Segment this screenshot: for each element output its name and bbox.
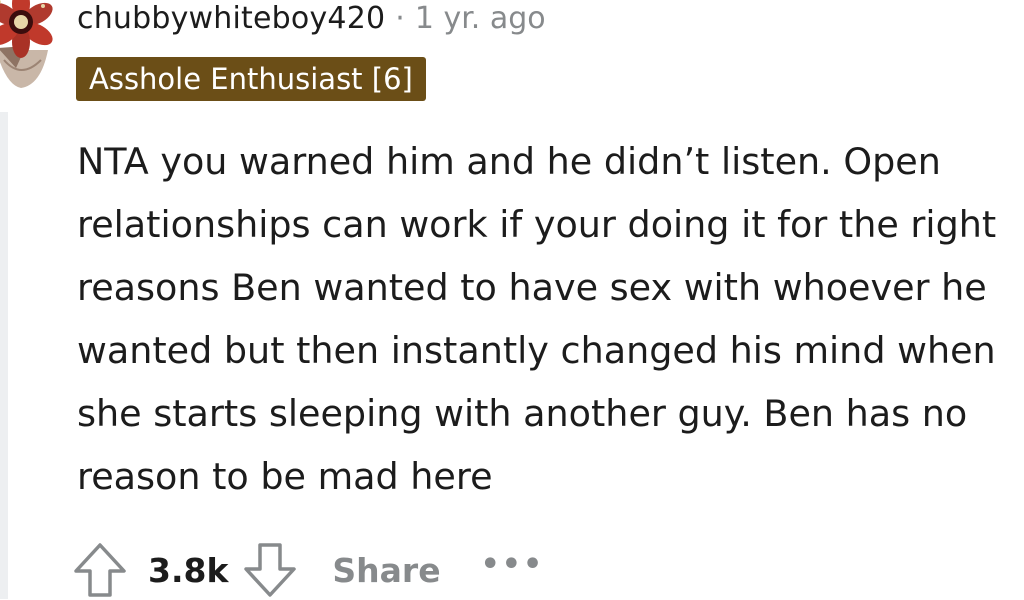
comment-author[interactable]: chubbywhiteboy420: [77, 1, 385, 36]
upvote-arrow-icon: [74, 543, 126, 597]
downvote-button[interactable]: [242, 540, 298, 600]
more-options-button[interactable]: •••: [481, 547, 545, 582]
demogorgon-avatar-icon: [0, 0, 53, 88]
comment-timestamp[interactable]: 1 yr. ago: [415, 1, 546, 36]
comment-body: NTA you warned him and he didn’t listen.…: [77, 140, 997, 498]
thread-line[interactable]: [0, 112, 8, 599]
comment-meta: chubbywhiteboy420 · 1 yr. ago: [77, 0, 546, 38]
upvote-button[interactable]: [72, 540, 128, 600]
downvote-arrow-icon: [244, 543, 297, 597]
meta-separator: ·: [395, 0, 405, 36]
vote-score: 3.8k: [148, 550, 229, 590]
avatar[interactable]: [0, 0, 56, 90]
user-flair: Asshole Enthusiast [6]: [76, 57, 426, 101]
share-button[interactable]: Share: [332, 551, 440, 590]
comment-actions: 3.8k Share •••: [72, 540, 544, 600]
